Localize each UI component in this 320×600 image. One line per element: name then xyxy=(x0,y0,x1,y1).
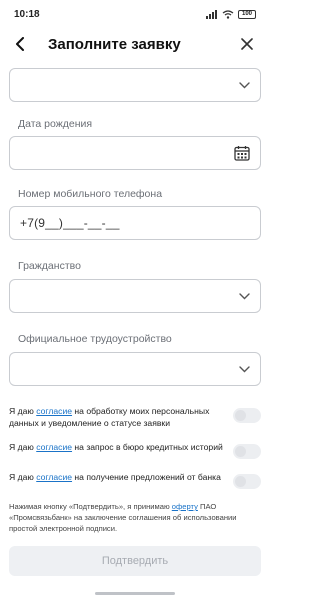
employment-label: Официальное трудоустройство xyxy=(18,333,172,345)
toggle-knob xyxy=(235,446,246,457)
legal-prefix: Нажимая кнопку «Подтвердить», я принимаю xyxy=(9,502,172,511)
home-indicator[interactable] xyxy=(95,592,175,595)
chevron-down-icon xyxy=(239,292,250,299)
consent-bank-offers: Я даю согласие на получение предложений … xyxy=(9,471,261,489)
chevron-down-icon xyxy=(239,365,250,372)
chevron-down-icon xyxy=(239,81,250,88)
page-title: Заполните заявку xyxy=(48,35,181,53)
consent-toggle-personal-data[interactable] xyxy=(233,408,261,423)
phone-value: +7(9__)___-__-__ xyxy=(20,216,120,230)
submit-button[interactable]: Подтвердить xyxy=(9,546,261,576)
close-button[interactable] xyxy=(236,33,258,55)
consent-suffix: на получение предложений от банка xyxy=(72,472,221,482)
consent-prefix: Я даю xyxy=(9,442,37,452)
phone-field[interactable]: +7(9__)___-__-__ xyxy=(9,206,261,240)
consent-prefix: Я даю xyxy=(9,406,37,416)
birth-date-label: Дата рождения xyxy=(18,118,93,130)
consent-toggle-bank-offers[interactable] xyxy=(233,474,261,489)
battery-icon: 100 xyxy=(238,9,256,19)
signal-icon xyxy=(206,9,217,19)
top-select[interactable] xyxy=(9,68,261,102)
offer-link[interactable]: оферту xyxy=(172,502,198,511)
consent-link[interactable]: согласие xyxy=(36,472,72,482)
employment-select[interactable] xyxy=(9,352,261,386)
calendar-icon[interactable] xyxy=(234,145,250,161)
consent-credit-bureau: Я даю согласие на запрос в бюро кредитны… xyxy=(9,441,261,459)
toggle-knob xyxy=(235,476,246,487)
back-button[interactable] xyxy=(10,33,32,55)
phone-label: Номер мобильного телефона xyxy=(18,188,163,200)
citizenship-select[interactable] xyxy=(9,279,261,313)
consent-text: Я даю согласие на получение предложений … xyxy=(9,471,224,483)
consent-text: Я даю согласие на обработку моих персона… xyxy=(9,405,224,429)
status-time: 10:18 xyxy=(14,8,40,20)
consent-link[interactable]: согласие xyxy=(36,442,72,452)
citizenship-label: Гражданство xyxy=(18,260,81,272)
toggle-knob xyxy=(235,410,246,421)
status-icons: 100 xyxy=(206,9,256,19)
birth-date-field[interactable] xyxy=(9,136,261,170)
arrow-left-icon xyxy=(16,37,24,51)
consent-suffix: на запрос в бюро кредитных историй xyxy=(72,442,223,452)
close-icon xyxy=(241,38,253,50)
consent-prefix: Я даю xyxy=(9,472,37,482)
consent-personal-data: Я даю согласие на обработку моих персона… xyxy=(9,405,261,429)
consent-text: Я даю согласие на запрос в бюро кредитны… xyxy=(9,441,224,453)
header: Заполните заявку xyxy=(0,28,270,60)
consent-link[interactable]: согласие xyxy=(36,406,72,416)
form: Дата рождения Номер мобильного телефона … xyxy=(0,68,270,489)
consent-toggle-credit-bureau[interactable] xyxy=(233,444,261,459)
legal-text: Нажимая кнопку «Подтвердить», я принимаю… xyxy=(0,501,270,534)
wifi-icon xyxy=(222,9,234,19)
status-bar: 10:18 100 xyxy=(0,0,270,28)
